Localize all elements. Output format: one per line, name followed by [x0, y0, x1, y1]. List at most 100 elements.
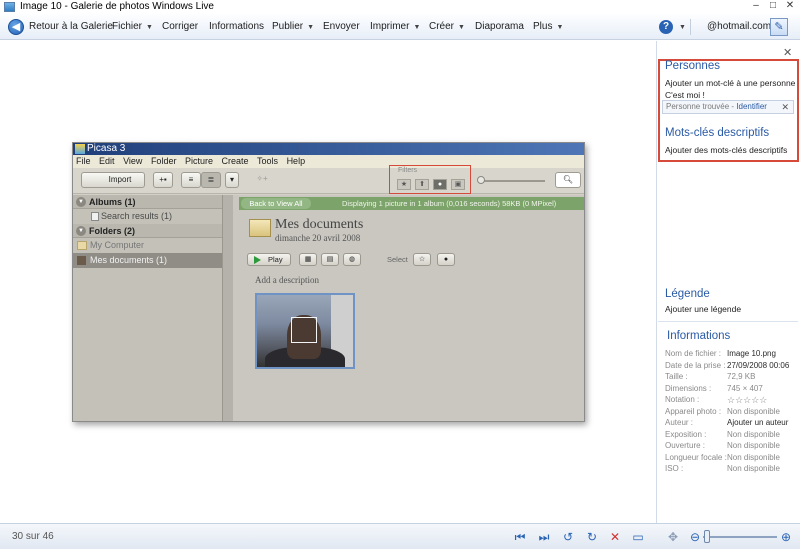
- menu-more[interactable]: Plus ▼: [533, 14, 563, 40]
- next-icon[interactable]: ⏭: [536, 529, 552, 545]
- picasa-add-icon: +▪: [153, 172, 173, 188]
- chevron-down-icon: ▼: [413, 24, 421, 31]
- info-value: 72,9 KB: [727, 372, 756, 381]
- menu-fix[interactable]: Corriger: [162, 14, 198, 40]
- info-value: Non disponible: [727, 452, 780, 462]
- picasa-search-icon: 🔍︎: [555, 172, 581, 188]
- menu-print[interactable]: Imprimer ▼: [370, 14, 420, 40]
- play-icon: [254, 256, 261, 264]
- info-key: Auteur :: [665, 418, 694, 427]
- picasa-status-bar: Back to View All Displaying 1 picture in…: [239, 197, 584, 210]
- info-value: Non disponible: [727, 464, 780, 473]
- picasa-menu-item: Tools: [257, 156, 279, 166]
- delete-icon[interactable]: ✕: [607, 529, 623, 545]
- picasa-menu-item: View: [123, 156, 143, 166]
- picasa-back-to-all-button: Back to View All: [241, 198, 311, 209]
- info-value: Non disponible: [727, 406, 780, 416]
- picasa-my-computer-label: My Computer: [90, 240, 145, 250]
- edit-pane-toggle-icon[interactable]: ✎: [770, 18, 788, 36]
- menu-file[interactable]: Fichier ▼: [112, 14, 153, 40]
- picasa-scrollbar: [223, 195, 233, 421]
- displayed-photo[interactable]: Picasa 3 File Edit View Folder Picture C…: [72, 142, 585, 422]
- picasa-menu-item: Help: [286, 156, 306, 166]
- picasa-menu-item: Create: [221, 156, 249, 166]
- picasa-display-info: Displaying 1 picture in 1 album (0,016 s…: [342, 199, 557, 208]
- picasa-title: Picasa 3: [87, 143, 126, 154]
- picasa-my-documents: Mes documents (1): [73, 253, 222, 268]
- chevron-down-icon: ▼: [458, 24, 465, 31]
- info-value: 27/09/2008 00:06: [727, 360, 790, 370]
- slideshow-icon[interactable]: ▭: [630, 529, 646, 545]
- picasa-search-results: Search results (1): [73, 209, 222, 224]
- close-pane-icon[interactable]: ✕: [783, 46, 792, 59]
- info-key: Notation :: [665, 395, 700, 404]
- add-caption-link[interactable]: Ajouter une légende: [665, 304, 741, 314]
- help-icon[interactable]: ?: [659, 20, 673, 34]
- picasa-menu-item: Folder: [150, 156, 177, 166]
- rotate-right-icon[interactable]: ↻: [584, 529, 600, 545]
- menu-create[interactable]: Créer ▼: [429, 14, 465, 40]
- picasa-select-star-icon: ☆: [413, 253, 431, 266]
- account-label: @hotmail.com: [707, 21, 772, 32]
- info-key: Date de la prise :: [665, 360, 726, 370]
- back-arrow-icon[interactable]: ◀: [8, 19, 24, 35]
- picasa-folders-group: ▼ Folders (2): [73, 224, 222, 238]
- star-filter-icon: ★: [397, 179, 411, 190]
- picasa-filters-label: Filters: [398, 167, 418, 174]
- user-folder-icon: [77, 256, 86, 265]
- rotate-left-icon[interactable]: ↺: [560, 529, 576, 545]
- movie-filter-icon: ▣: [451, 179, 465, 190]
- picasa-import-label: Import: [108, 175, 132, 184]
- picasa-dropdown-icon: ▾: [225, 172, 239, 188]
- zoom-slider[interactable]: [703, 536, 777, 538]
- separator: [658, 321, 798, 322]
- app-icon: [4, 2, 15, 12]
- dismiss-person-icon[interactable]: ✕: [781, 101, 789, 113]
- tags-section-title: Mots-clés descriptifs: [665, 127, 770, 139]
- face-detection-box: [291, 317, 317, 343]
- picasa-menu-item: Picture: [184, 156, 213, 166]
- minimize-button[interactable]: –: [748, 0, 764, 13]
- picasa-toolbar: Import +▪ ≡ ≣ ▾ ✧+ Filters ★ ⬆ ● ▣ 🔍︎: [73, 165, 584, 194]
- back-to-gallery-button[interactable]: Retour à la Galerie: [29, 14, 113, 40]
- picasa-add-description: Add a description: [255, 275, 319, 285]
- info-key: ISO :: [665, 464, 684, 473]
- chevron-down-icon: ▼: [556, 24, 564, 31]
- add-tags-link[interactable]: Ajouter des mots-clés descriptifs: [665, 145, 787, 155]
- menu-publish[interactable]: Publier ▼: [272, 14, 314, 40]
- info-value[interactable]: Ajouter un auteur: [727, 418, 788, 427]
- picasa-albums-group: ▼ Albums (1): [73, 195, 222, 209]
- its-me-link[interactable]: C'est moi !: [665, 90, 705, 100]
- actual-size-icon[interactable]: ✥: [665, 529, 681, 545]
- info-key: Exposition :: [665, 429, 707, 439]
- picasa-my-computer: My Computer: [73, 238, 222, 253]
- picasa-movie-icon: ▤: [321, 253, 339, 266]
- separator: [690, 19, 691, 35]
- chevron-down-icon: ▼: [307, 24, 315, 31]
- menu-send[interactable]: Envoyer: [323, 14, 360, 40]
- help-dropdown[interactable]: ▼: [675, 14, 686, 40]
- photo-position: 30 sur 46: [12, 531, 54, 542]
- folder-icon: [249, 219, 271, 237]
- close-window-button[interactable]: ✕: [782, 0, 798, 13]
- info-key: Nom de fichier :: [665, 349, 722, 358]
- picasa-collage-icon: ▦: [299, 253, 317, 266]
- previous-icon[interactable]: ⏮: [512, 529, 528, 545]
- info-key: Longueur focale :: [665, 452, 727, 462]
- picasa-menu-item: Edit: [99, 156, 115, 166]
- info-key: Ouverture :: [665, 441, 706, 450]
- zoom-slider-knob[interactable]: [704, 530, 710, 543]
- add-person-tag-link[interactable]: Ajouter un mot-clé à une personne: [665, 78, 795, 88]
- folder-icon: [77, 241, 87, 250]
- person-found-row: Personne trouvée - Identifier ✕: [662, 100, 794, 114]
- zoom-out-icon[interactable]: ⊖: [687, 529, 703, 545]
- collapse-arrow-icon: ▼: [76, 197, 86, 207]
- info-section-title: Informations: [667, 330, 731, 342]
- zoom-in-icon[interactable]: ⊕: [778, 529, 794, 545]
- menu-publish-label: Publier: [272, 21, 304, 32]
- picasa-search-results-label: Search results (1): [101, 211, 173, 221]
- menu-slideshow[interactable]: Diaporama: [475, 14, 524, 40]
- maximize-button[interactable]: □: [765, 0, 781, 13]
- identify-link[interactable]: Identifier: [736, 102, 767, 111]
- menu-info[interactable]: Informations: [209, 14, 264, 40]
